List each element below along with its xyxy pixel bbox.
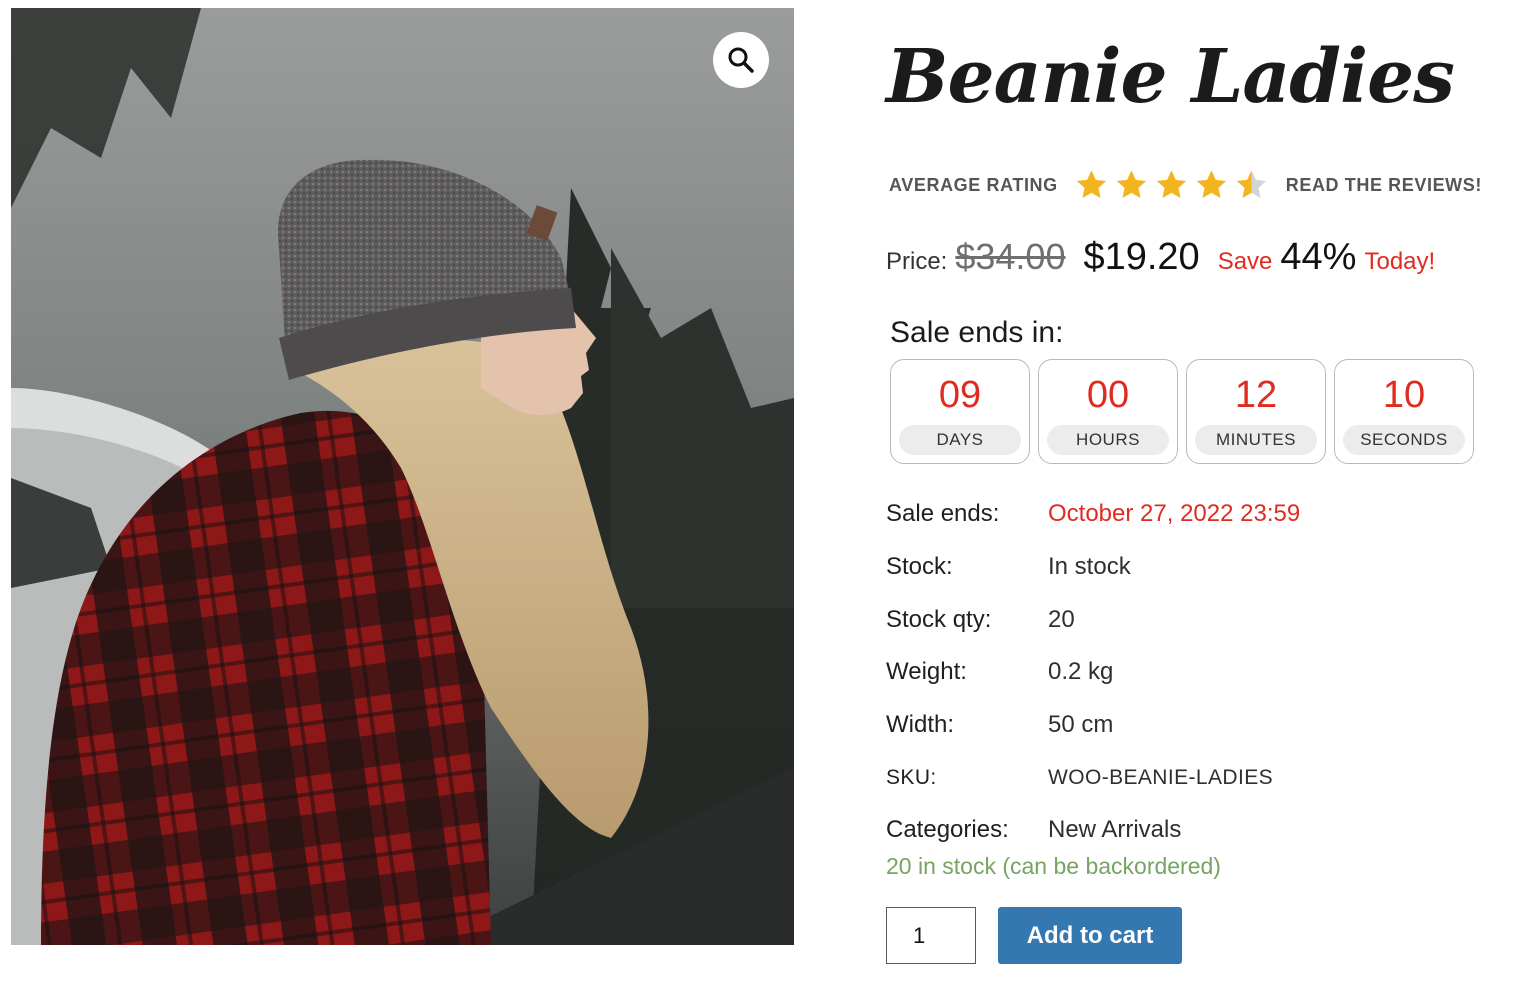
product-image[interactable] — [11, 8, 794, 945]
meta-value: 50 cm — [1048, 711, 1114, 739]
countdown-unit-label: DAYS — [899, 425, 1021, 455]
countdown-days: 09 DAYS — [890, 359, 1030, 464]
meta-label: Stock qty: — [886, 605, 992, 633]
countdown-seconds: 10 SECONDS — [1334, 359, 1474, 464]
meta-value: October 27, 2022 23:59 — [1048, 500, 1301, 528]
meta-label: Sale ends: — [886, 500, 1000, 528]
meta-row-stock: Stock: In stock — [886, 541, 1300, 594]
meta-row-weight: Weight: 0.2 kg — [886, 646, 1300, 699]
meta-label: Stock: — [886, 553, 953, 581]
product-summary: Beanie Ladies AVERAGE RATING READ THE RE… — [886, 34, 1496, 964]
add-to-cart-button[interactable]: Add to cart — [998, 907, 1182, 964]
meta-row-sku: SKU: WOO-BEANIE-LADIES — [886, 751, 1300, 804]
meta-row-stock-qty: Stock qty: 20 — [886, 593, 1300, 646]
countdown-value: 09 — [938, 374, 982, 416]
read-reviews-link[interactable]: READ THE REVIEWS! — [1286, 175, 1482, 196]
category-link[interactable]: New Arrivals — [1048, 816, 1181, 844]
price-row: Price: $34.00 $19.20 Save 44% Today! — [886, 236, 1435, 279]
star-icon — [1076, 170, 1106, 199]
countdown-minutes: 12 MINUTES — [1186, 359, 1326, 464]
add-to-cart-form: Add to cart — [886, 907, 1182, 964]
countdown-unit-label: HOURS — [1047, 425, 1169, 455]
meta-row-width: Width: 50 cm — [886, 699, 1300, 752]
countdown-value: 12 — [1234, 374, 1278, 416]
price-label: Price: — [886, 248, 948, 275]
meta-value: In stock — [1048, 553, 1131, 581]
countdown-unit-label: SECONDS — [1343, 425, 1465, 455]
countdown-unit-label: MINUTES — [1195, 425, 1317, 455]
meta-label: Categories: — [886, 816, 1009, 844]
rating-label: AVERAGE RATING — [889, 174, 1058, 195]
save-suffix: Today! — [1364, 248, 1436, 275]
regular-price: $34.00 — [955, 236, 1066, 277]
countdown-heading: Sale ends in: — [890, 316, 1064, 349]
meta-label: Width: — [886, 711, 955, 739]
meta-row-categories: Categories: New Arrivals — [886, 804, 1300, 857]
meta-label: Weight: — [886, 658, 967, 686]
save-prefix: Save — [1217, 248, 1273, 275]
meta-value: 0.2 kg — [1048, 658, 1114, 686]
sale-price: $19.20 — [1083, 236, 1200, 278]
save-percent: 44% — [1280, 236, 1357, 278]
star-icon — [1116, 170, 1146, 199]
product-meta: Sale ends: October 27, 2022 23:59 Stock:… — [886, 488, 1300, 857]
meta-label: SKU: — [886, 765, 937, 789]
countdown-hours: 00 HOURS — [1038, 359, 1178, 464]
meta-row-sale-ends: Sale ends: October 27, 2022 23:59 — [886, 488, 1300, 541]
quantity-input[interactable] — [886, 907, 976, 964]
rating-row: AVERAGE RATING READ THE REVIEWS! — [889, 168, 1482, 202]
product-photo — [11, 8, 794, 945]
star-icon — [1156, 170, 1186, 199]
zoom-button[interactable] — [713, 32, 769, 88]
magnifier-icon — [728, 47, 754, 73]
meta-value: WOO-BEANIE-LADIES — [1048, 765, 1274, 789]
product-title: Beanie Ladies — [886, 34, 1455, 120]
countdown-timer: 09 DAYS 00 HOURS 12 MINUTES 10 SECONDS — [890, 359, 1474, 464]
stock-message: 20 in stock (can be backordered) — [886, 853, 1221, 879]
countdown-value: 00 — [1086, 374, 1130, 416]
meta-value: 20 — [1048, 605, 1075, 633]
star-rating — [1074, 168, 1274, 202]
countdown-value: 10 — [1382, 374, 1426, 416]
star-icon — [1196, 170, 1226, 199]
half-star-icon — [1236, 170, 1266, 199]
